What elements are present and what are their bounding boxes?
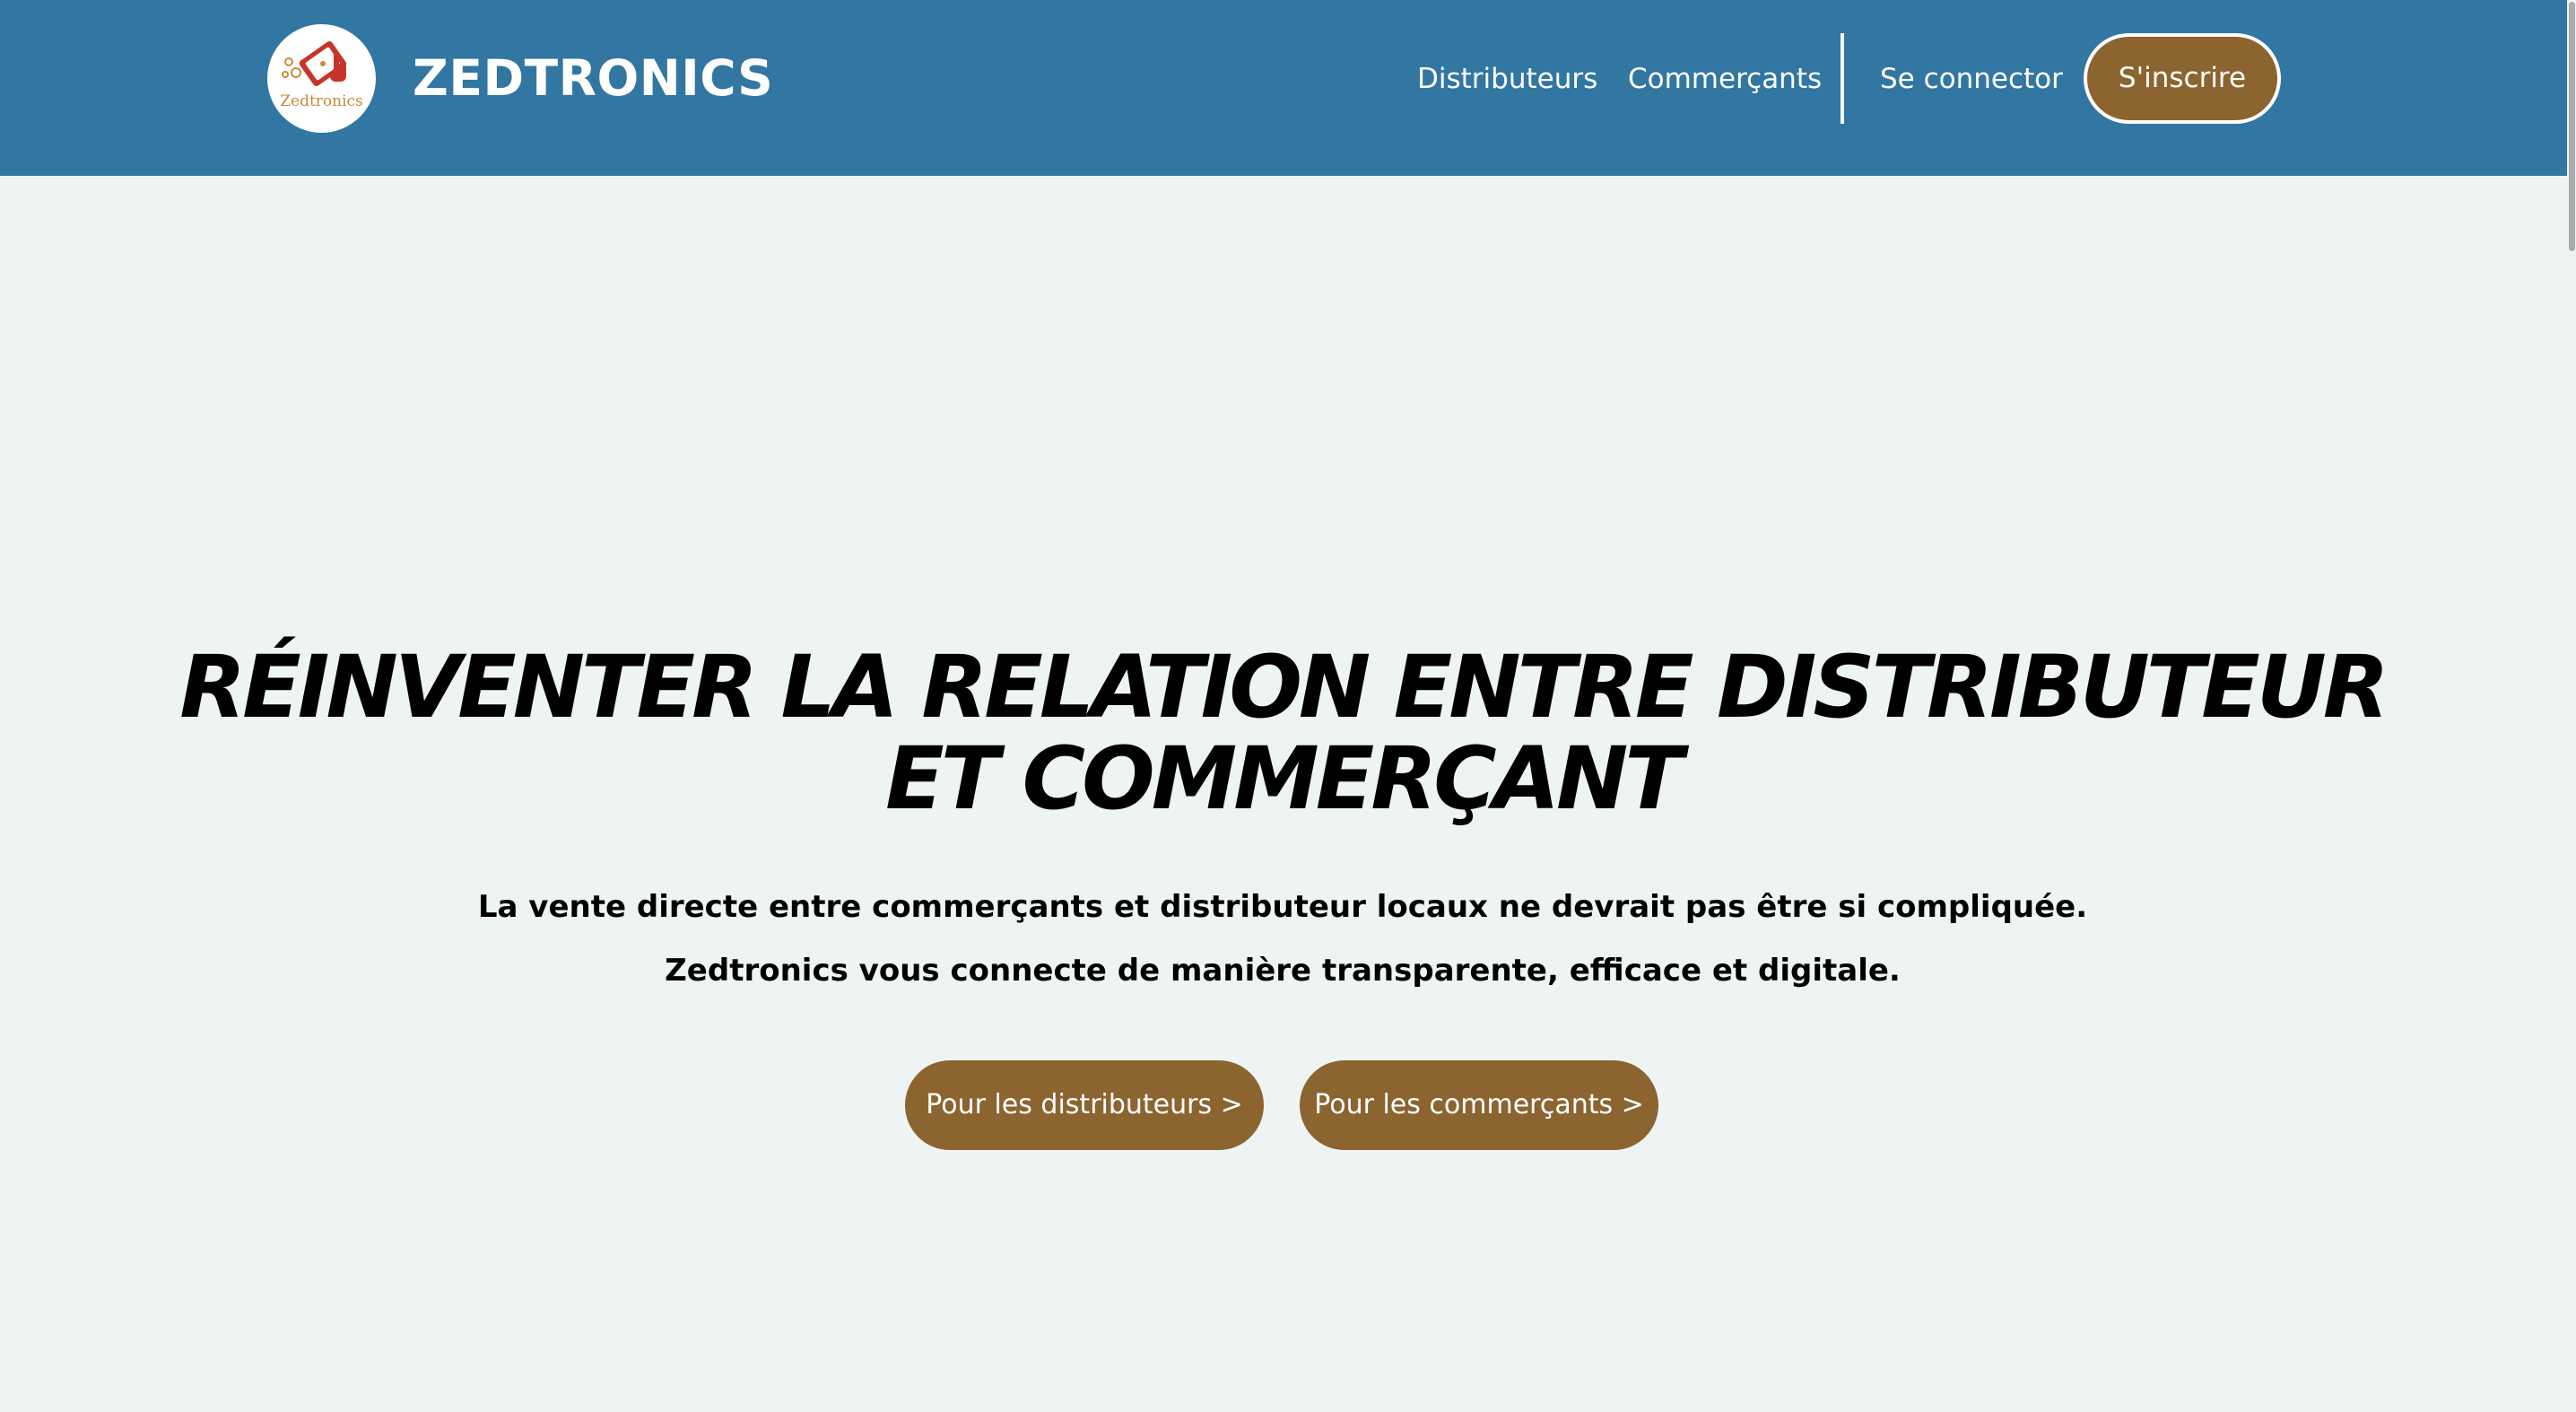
nav-link-commercants[interactable]: Commerçants — [1628, 59, 1822, 99]
logo[interactable]: Zedtronics — [267, 24, 376, 133]
signup-button[interactable]: S'inscrire — [2084, 33, 2281, 124]
cta-commercants-button[interactable]: Pour les commerçants > — [1300, 1060, 1658, 1150]
site-header: Zedtronics ZEDTRONICS Distributeurs Comm… — [0, 0, 2567, 176]
hero-title: RÉINVENTER LA RELATION ENTRE DISTRIBUTEU… — [179, 637, 2389, 829]
logo-text: Zedtronics — [280, 92, 363, 110]
tablet-touch-icon — [282, 41, 347, 86]
brand-name[interactable]: ZEDTRONICS — [413, 47, 773, 109]
hero-subtitle-line1: La vente directe entre commerçants et di… — [477, 889, 2088, 925]
hero-subtitle-line2: Zedtronics vous connecte de manière tran… — [665, 953, 1901, 989]
scrollbar-thumb[interactable] — [2569, 2, 2575, 251]
cta-distributeurs-button[interactable]: Pour les distributeurs > — [905, 1060, 1264, 1150]
nav-divider — [1841, 33, 1844, 124]
login-link[interactable]: Se connector — [1880, 59, 2063, 99]
nav-link-distributeurs[interactable]: Distributeurs — [1417, 59, 1597, 99]
